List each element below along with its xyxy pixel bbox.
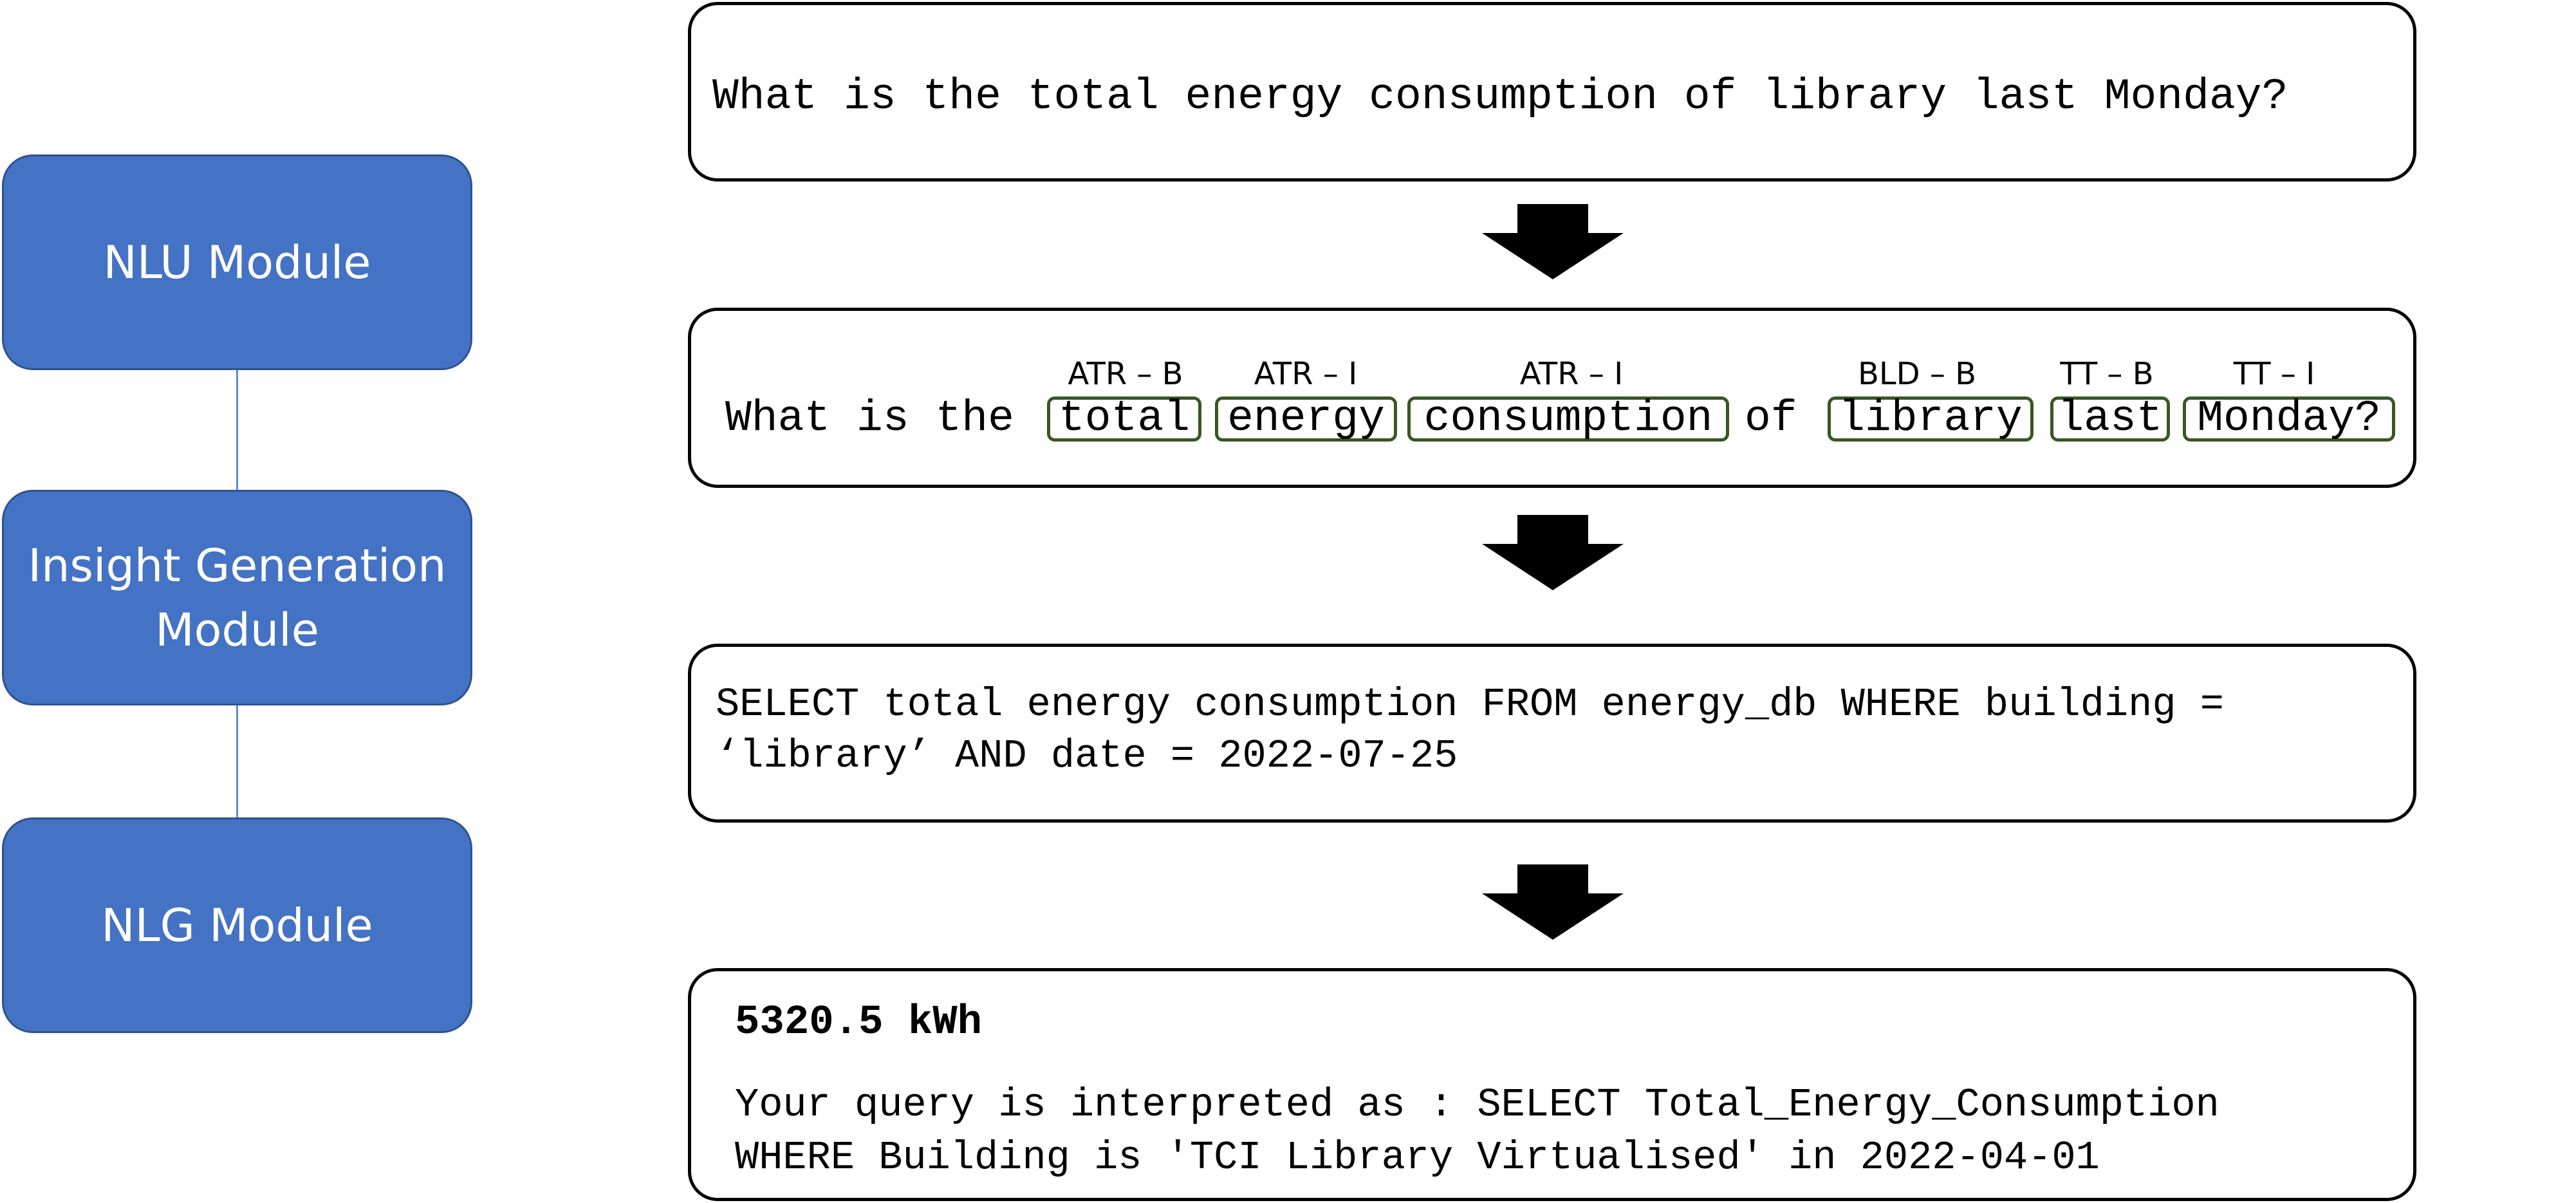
pipeline-diagram: NLU Module Insight Generation Module NLG… (0, 0, 2576, 1203)
module-connector (236, 705, 238, 817)
token-tag: ATR – B (1068, 356, 1183, 392)
nlg-module-label: NLG Module (101, 899, 373, 952)
token-tag: BLD – B (1857, 356, 1977, 392)
plain-token: What is the (725, 394, 1014, 443)
nlu-module[interactable]: NLU Module (2, 154, 472, 370)
insight-generation-module[interactable]: Insight Generation Module (2, 490, 472, 705)
token-tag: TT – I (2233, 356, 2315, 392)
down-arrow-icon (1482, 204, 1624, 279)
sql-line: ‘library’ AND date = 2022-07-25 (716, 733, 1458, 779)
tagged-token: Monday? (2183, 396, 2395, 442)
token-tag: ATR – I (1254, 356, 1358, 392)
module-connector (236, 370, 238, 490)
tagged-token: library (1828, 396, 2034, 442)
query-text: What is the total energy consumption of … (712, 72, 2288, 122)
tagged-query-box: What is the ATR – B total ATR – I energy… (688, 308, 2416, 488)
down-arrow-icon (1482, 864, 1624, 940)
token-tag: TT – B (2060, 356, 2154, 392)
nlu-module-label: NLU Module (103, 236, 371, 289)
tagged-token: last (2050, 396, 2170, 442)
token-tag: ATR – I (1519, 356, 1624, 392)
plain-token: of (1745, 394, 1797, 443)
insight-module-label-line-1: Insight Generation (28, 539, 447, 592)
sql-box: SELECT total energy consumption FROM ene… (688, 644, 2416, 823)
sql-line: SELECT total energy consumption FROM ene… (716, 682, 2224, 727)
tagged-token: consumption (1407, 396, 1729, 442)
answer-value: 5320.5 kWh (735, 1000, 983, 1046)
tagged-token: total (1047, 396, 1201, 442)
answer-box: 5320.5 kWh Your query is interpreted as … (688, 968, 2416, 1201)
insight-module-label-line-2: Module (155, 603, 319, 657)
tagged-token: energy (1215, 396, 1397, 442)
nlg-module[interactable]: NLG Module (2, 817, 472, 1033)
query-box: What is the total energy consumption of … (688, 2, 2416, 182)
answer-explanation-line: WHERE Building is 'TCI Library Virtualis… (735, 1135, 2100, 1180)
answer-explanation-line: Your query is interpreted as : SELECT To… (735, 1082, 2219, 1128)
down-arrow-icon (1482, 515, 1624, 590)
